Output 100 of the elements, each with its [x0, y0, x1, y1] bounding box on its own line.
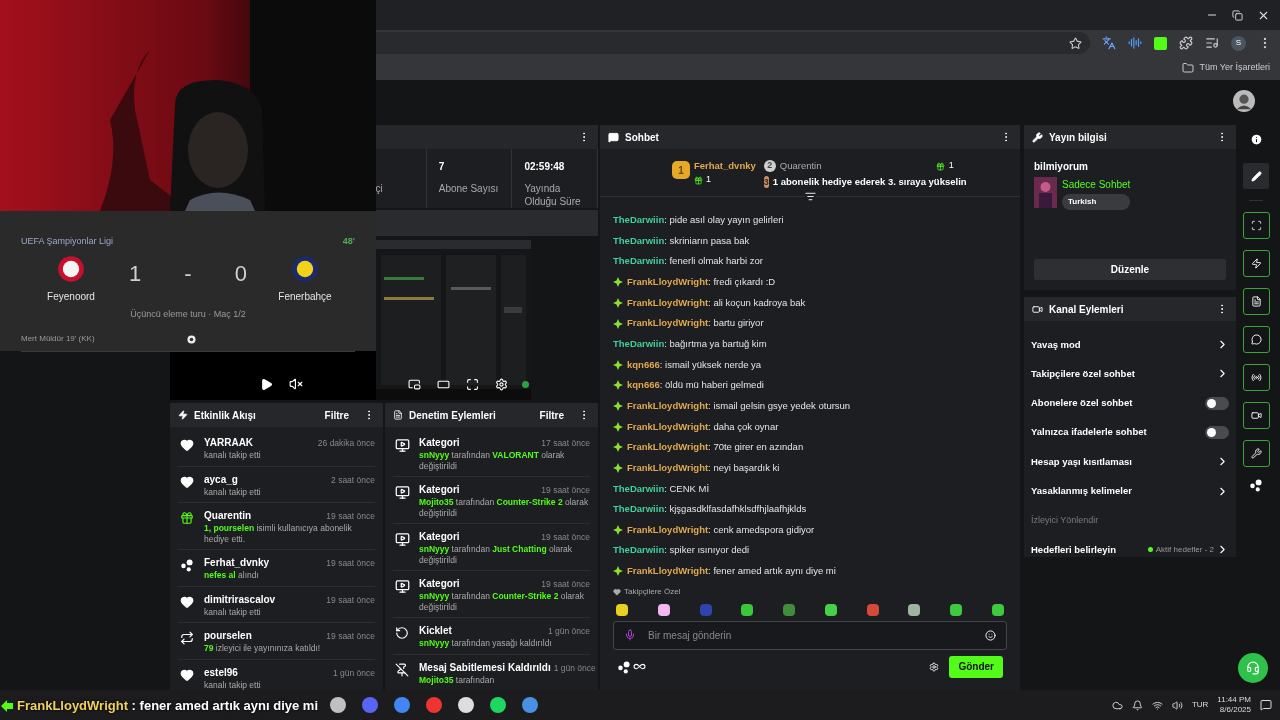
chat-message: FrankLloydWright: bartu giriyor: [627, 316, 764, 331]
camera-icon: [1032, 303, 1043, 315]
timestamp: 19 saat önce: [541, 578, 590, 591]
timestamp: 19 saat önce: [326, 510, 375, 523]
chat-settings-icon[interactable]: [929, 661, 940, 672]
settings-row[interactable]: Hesap yaşı kısıtlaması: [1031, 447, 1229, 477]
stat-label: çi: [375, 182, 383, 195]
timestamp: 19 saat önce: [326, 593, 375, 607]
user-name: Quarentin: [204, 509, 252, 523]
emote-icon[interactable]: [824, 603, 837, 616]
emoji-icon[interactable]: [985, 629, 996, 641]
pencil-icon: [1250, 170, 1262, 182]
pip-button[interactable]: [408, 377, 421, 391]
timestamp: 17 saat önce: [541, 437, 590, 450]
message-field[interactable]: Bir mesaj gönderin: [648, 627, 973, 643]
puzzle-icon[interactable]: [1179, 36, 1193, 50]
avatar[interactable]: [1233, 90, 1255, 112]
crest-icon: [57, 254, 85, 283]
user-name: estel96: [204, 665, 238, 680]
chat-message: TheDarwiin: kjşgasdklfasdafhklsdfhjlaafhjklds: [613, 502, 807, 517]
app-icon[interactable]: [458, 697, 474, 713]
chat-overlay-text: FrankLloydWright : fener amed artık aynı diye mi: [17, 697, 319, 715]
settings-row[interactable]: Yasaklanmış kelimeler: [1031, 476, 1229, 506]
edit-button[interactable]: [1243, 163, 1269, 189]
action-title: Mesaj Sabitlemesi Kaldırıldı: [419, 660, 551, 675]
user-name: Ferhat_dvnky: [204, 556, 270, 570]
chat-message: kqn666: öldü mü haberi gelmedi: [627, 378, 764, 393]
timestamp: 19 saat önce: [326, 557, 375, 570]
language-indicator[interactable]: TUR: [1191, 699, 1209, 711]
rank-badge: 3: [763, 176, 769, 189]
clock-date[interactable]: 8/6/2025: [1219, 705, 1251, 715]
cloud-icon[interactable]: [1111, 699, 1123, 711]
microphone-icon[interactable]: [624, 629, 636, 642]
activity-text: 1, pourselen isimli kullanıcıya abonelik hediye etti.: [204, 523, 353, 544]
send-button[interactable]: Gönder: [949, 655, 1003, 678]
wrench-icon[interactable]: [1242, 440, 1270, 467]
emote-icon[interactable]: [616, 603, 628, 616]
bell-icon[interactable]: [1131, 699, 1143, 711]
monitor-icon: [394, 438, 410, 453]
chat-bubble-glyph-icon: [1250, 334, 1262, 345]
app-icon[interactable]: [330, 697, 346, 713]
folder-icon: [1182, 62, 1195, 74]
timestamp: 2 saat önce: [331, 473, 375, 487]
play-button[interactable]: [260, 377, 273, 391]
document-icon[interactable]: [1242, 288, 1270, 315]
camera-icon[interactable]: [1242, 402, 1270, 429]
fullscreen-button[interactable]: [466, 377, 479, 391]
emote-icon[interactable]: [950, 603, 963, 616]
scan-glyph-icon: [1250, 220, 1262, 231]
activity-text: snNyyy tarafından Counter-Strike 2 olarak değiştirildi: [419, 591, 585, 612]
extension-icon[interactable]: [1154, 36, 1167, 50]
restore-button[interactable]: [1232, 9, 1243, 21]
stream-title: bilmiyorum: [1034, 160, 1089, 174]
filter-button[interactable]: Filtre: [539, 407, 564, 423]
media-icon[interactable]: [1205, 36, 1219, 50]
activity-text: 79 izleyici ile yayınınıza katıldı!: [204, 643, 322, 654]
profile-avatar[interactable]: S: [1231, 35, 1246, 51]
timestamp: 19 saat önce: [541, 531, 590, 544]
emote-icon[interactable]: [657, 603, 670, 616]
sound-wave-icon[interactable]: [1128, 36, 1142, 50]
category-link[interactable]: Sadece Sohbet: [1062, 177, 1131, 192]
support-button[interactable]: [1238, 653, 1268, 683]
info-icon[interactable]: [1249, 133, 1263, 146]
emote-icon[interactable]: [991, 603, 1004, 616]
lightning-icon[interactable]: [1242, 250, 1270, 277]
emote-icon[interactable]: [741, 603, 754, 616]
filter-button[interactable]: Filtre: [324, 407, 349, 423]
chat-bubble-icon[interactable]: [1242, 326, 1270, 353]
app-icon[interactable]: [522, 697, 538, 713]
settings-button[interactable]: [495, 377, 508, 391]
message-input[interactable]: Bir mesaj gönderin: [613, 620, 1007, 650]
toggle-switch[interactable]: [1205, 396, 1229, 410]
emote-icon[interactable]: [908, 603, 921, 616]
broadcast-icon[interactable]: [1242, 364, 1270, 391]
star-icon[interactable]: [1069, 36, 1082, 50]
bookmarks-link[interactable]: Tüm Yer İşaretleri: [1199, 61, 1270, 75]
notification-icon[interactable]: [1260, 699, 1272, 711]
headset-icon: [1246, 661, 1260, 675]
timestamp: 1 gün önce: [553, 661, 596, 675]
dots-icon: [617, 659, 631, 674]
toggle-switch[interactable]: [1205, 426, 1229, 440]
settings-row[interactable]: Hedefleri belirleyin Aktif hedefler - 2: [1031, 535, 1229, 565]
action-title: Kategori: [419, 483, 460, 497]
settings-row[interactable]: Yavaş mod: [1031, 330, 1229, 360]
settings-row[interactable]: Takipçilere özel sohbet: [1031, 359, 1229, 389]
gift-icon: [935, 161, 945, 171]
wifi-icon[interactable]: [1151, 699, 1163, 711]
monitor-icon: [394, 579, 410, 594]
live-indicator: [522, 380, 529, 388]
edit-button[interactable]: Düzenle: [1034, 259, 1226, 280]
clock-time[interactable]: 11:44 PM: [1217, 695, 1251, 705]
volume-icon[interactable]: [1171, 699, 1183, 711]
app-icon[interactable]: [490, 697, 506, 713]
chat-message: TheDarwiin: skriniarın pasa bak: [613, 233, 750, 248]
document-icon: [393, 410, 403, 420]
chat-icon: [608, 131, 619, 143]
mute-button[interactable]: [289, 377, 303, 391]
translate-icon[interactable]: [1102, 36, 1116, 50]
scan-icon[interactable]: [1242, 212, 1270, 239]
activity-text: kanalı takip etti: [204, 486, 262, 497]
